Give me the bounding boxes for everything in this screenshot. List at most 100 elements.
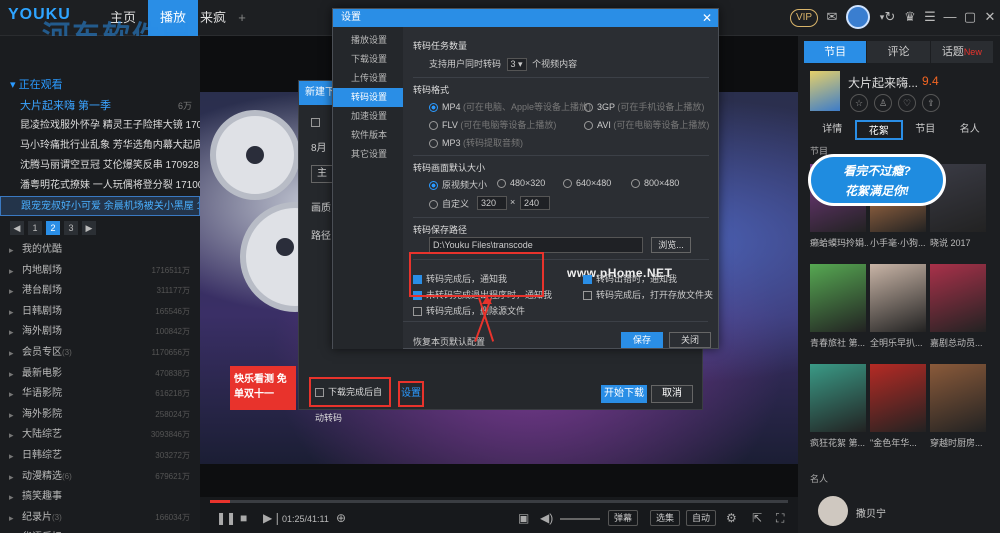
size-480x320[interactable]: 480×320 [497,178,545,189]
list-item-selected[interactable]: 跟宠宠叔好小可爱 余晨机场被关小黑屋 17... [0,196,200,216]
fullscreen-icon[interactable]: ⛶ [776,511,784,526]
nav-playback[interactable]: 播放设置 [333,31,403,50]
nav-download[interactable]: 下载设置 [333,50,403,69]
tab-comments[interactable]: 评论 [867,41,931,63]
category-item[interactable]: 华语乐坛14663万 [0,528,200,533]
next-icon[interactable]: ▶❘ [263,511,282,525]
checkbox[interactable] [311,117,324,128]
category-item[interactable]: 海外影院258024万 [0,405,200,426]
task-count-select[interactable]: 3 ▾ [506,58,527,71]
quality-button[interactable]: 自动 [686,510,717,526]
favorite-icon[interactable]: ☆ [850,94,868,112]
nav-other[interactable]: 其它设置 [333,145,403,164]
celebrity-avatar[interactable] [818,496,848,526]
nav-acceleration[interactable]: 加速设置 [333,107,403,126]
mail-icon[interactable]: ✉ [824,9,840,25]
now-watching-heading[interactable]: ▾ 正在观看 [0,74,200,96]
youku-logo[interactable]: YOUKU [8,6,71,24]
category-item[interactable]: 我的优酷 [0,240,200,261]
share-icon[interactable]: ⇪ [922,94,940,112]
subscribe-icon[interactable]: ♙ [874,94,892,112]
auto-transcode-checkbox[interactable]: 下载完成后自动转码 [309,377,391,423]
video-thumbnail[interactable] [870,364,926,432]
save-button[interactable]: 保存 [621,332,663,348]
thumbnail-caption[interactable]: 晓说 2017 [930,236,988,249]
category-item[interactable]: 海外剧场100842万 [0,322,200,343]
subtab-details[interactable]: 详情 [810,120,855,140]
current-show[interactable]: 大片起来嗨 第一季 6万 [0,96,200,116]
nav-upload[interactable]: 上传设置 [333,69,403,88]
format-3gp[interactable]: 3GP (可在手机设备上播放) [584,100,704,113]
show-poster[interactable] [810,71,840,111]
show-title[interactable]: 大片起来嗨... [848,74,918,91]
list-item[interactable]: 沈腾马丽谓空豆冠 艾伦爆笑反串 170928 [0,156,200,176]
progress-bar[interactable] [210,500,788,503]
browse-button[interactable]: 浏览... [651,237,691,253]
add-tab-button[interactable]: + [222,0,262,36]
tab-topics[interactable]: 话题New [930,41,994,63]
category-item[interactable]: 华语影院616218万 [0,384,200,405]
next-page-icon[interactable]: ▶ [82,221,96,235]
tab-program[interactable]: 节目 [804,41,868,63]
main-button[interactable]: 主 [311,165,333,183]
stop-icon[interactable]: ■ [240,511,247,525]
thumbnail-caption[interactable]: 全明乐早扒... [870,336,928,349]
format-flv[interactable]: FLV (可在电脑等设备上播放) [429,118,556,131]
video-thumbnail[interactable] [930,264,986,332]
list-item[interactable]: 马小玲痛批行业乱象 芳华选角内幕大起底... [0,136,200,156]
page-2[interactable]: 2 [46,221,60,235]
category-item[interactable]: 最新电影470838万 [0,364,200,385]
list-item[interactable]: 潘粤明花式撩妹 一人玩偶将登分裂 171005 [0,176,200,196]
like-icon[interactable]: ♡ [898,94,916,112]
option-open-folder[interactable]: 转码完成后，打开存放文件夹 [583,288,713,301]
list-item[interactable]: 昆凌捡戏服外怀孕 精灵王子险摔大镜 170... [0,116,200,136]
pause-icon[interactable]: ❚❚ [216,511,236,525]
thumbnail-caption[interactable]: 嘉剧总动员... [930,336,988,349]
volume-slider[interactable] [560,518,600,520]
page-1[interactable]: 1 [28,221,42,235]
thumbnail-caption[interactable]: 癞蛤蟆玛拎娟... [810,236,868,249]
size-800x480[interactable]: 800×480 [631,178,679,189]
option-notify-error[interactable]: 转码出错时，通知我 [583,272,677,285]
category-item[interactable]: 动漫精选(6)679621万 [0,467,200,488]
category-item[interactable]: 会员专区(3)1170656万 [0,343,200,364]
screenshot-icon[interactable]: ▣ [518,511,529,525]
category-item[interactable]: 日韩剧场165546万 [0,302,200,323]
close-icon[interactable]: ✕ [982,9,998,25]
category-item[interactable]: 内地剧场1716511万 [0,261,200,282]
path-input[interactable]: D:\Youku Files\transcode [429,237,643,253]
category-item[interactable]: 搞笑趣事 [0,487,200,508]
custom-height-input[interactable]: 240 [520,196,550,210]
subtab-highlights[interactable]: 花絮 [854,120,903,140]
nav-transcode[interactable]: 转码设置 [333,88,403,107]
thumbnail-caption[interactable]: "金色年华... [870,436,928,449]
category-item[interactable]: 日韩综艺303272万 [0,446,200,467]
episode-select-button[interactable]: 选集 [650,510,681,526]
close-button[interactable]: 关闭 [669,332,711,348]
refresh-icon[interactable]: ↻ [882,9,898,25]
category-item[interactable]: 大陆综艺3093846万 [0,425,200,446]
speed-icon[interactable]: ⊕ [336,511,346,525]
category-item[interactable]: 港台剧场311177万 [0,281,200,302]
size-original[interactable]: 原视频大小 [429,178,487,191]
maximize-icon[interactable]: ▢ [962,9,978,25]
close-icon[interactable]: ✕ [702,9,712,27]
celebrity-name[interactable]: 撒贝宁 [856,505,886,520]
prev-page-icon[interactable]: ◀ [10,221,24,235]
transcode-settings-link[interactable]: 设置 [398,381,424,407]
video-thumbnail[interactable] [810,364,866,432]
avatar[interactable] [846,5,870,29]
video-thumbnail[interactable] [810,264,866,332]
tab-home[interactable]: 主页 [98,0,148,36]
fullwindow-icon[interactable]: ⇱ [752,511,762,525]
thumbnail-caption[interactable]: 疯狂花絮 第... [810,436,868,449]
video-thumbnail[interactable] [930,364,986,432]
danmu-button[interactable]: 弹幕 [608,510,639,526]
skin-icon[interactable]: ♛ [902,9,918,25]
cancel-button[interactable]: 取消 [651,385,693,403]
subtab-celebrities[interactable]: 名人 [948,120,993,140]
custom-width-input[interactable]: 320 [477,196,507,210]
page-3[interactable]: 3 [64,221,78,235]
subtab-program[interactable]: 节目 [903,120,948,140]
category-item[interactable]: 纪录片(3)166034万 [0,508,200,529]
